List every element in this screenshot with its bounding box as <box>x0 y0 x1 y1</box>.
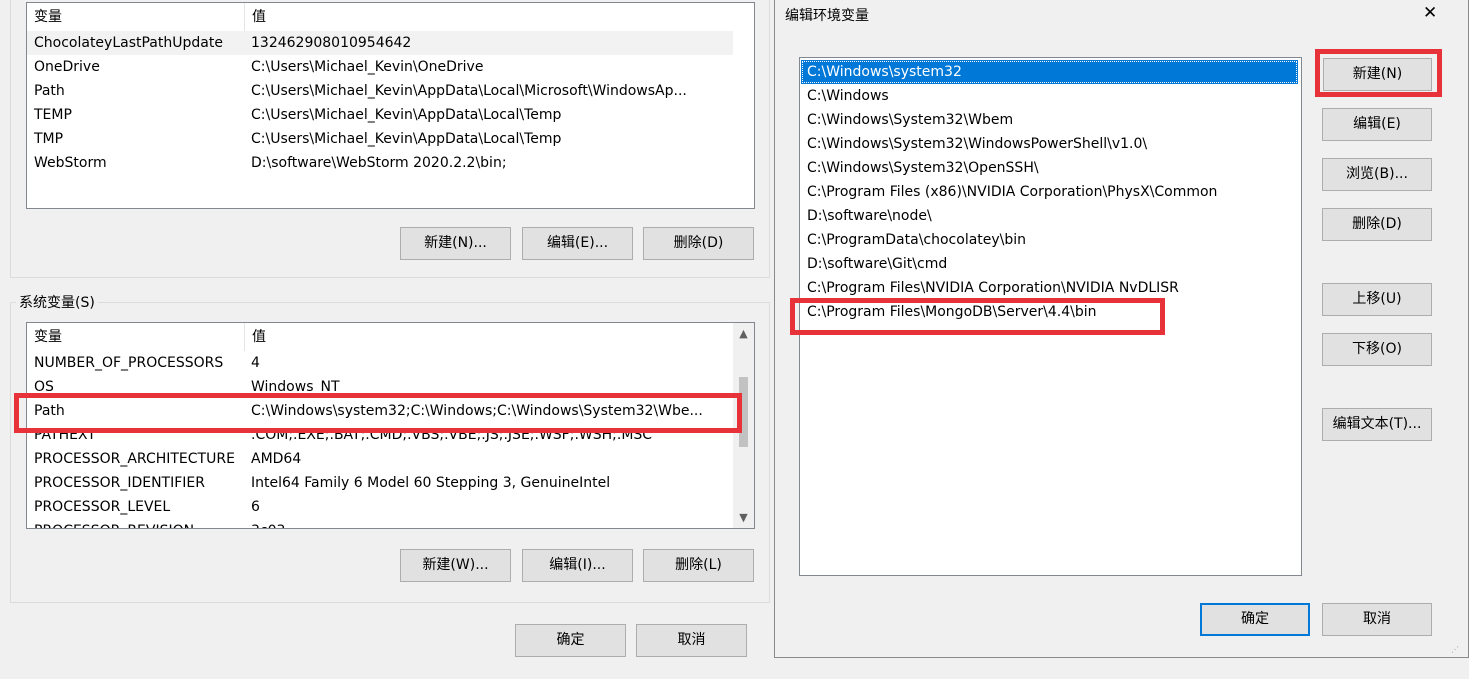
move-up-button[interactable]: 上移(U) <box>1322 283 1432 316</box>
header-variable[interactable]: 变量 <box>27 3 244 31</box>
variable-value: C:\Users\Michael_Kevin\AppData\Local\Tem… <box>251 107 562 123</box>
ok-button[interactable]: 确定 <box>515 624 626 657</box>
list-item[interactable]: C:\Program Files (x86)\NVIDIA Corporatio… <box>801 180 1298 204</box>
variable-value: C:\Windows\system32;C:\Windows;C:\Window… <box>251 403 703 419</box>
dialog-title: 编辑环境变量 <box>785 8 869 24</box>
variable-name: OS <box>34 379 54 395</box>
variable-name: PROCESSOR_REVISION <box>34 519 194 528</box>
list-item[interactable]: TEMP C:\Users\Michael_Kevin\AppData\Loca… <box>27 103 733 127</box>
variable-value: 3c03 <box>251 519 285 528</box>
list-item[interactable]: WebStorm D:\software\WebStorm 2020.2.2\b… <box>27 151 733 175</box>
variable-value: 6 <box>251 499 260 515</box>
variable-name: NUMBER_OF_PROCESSORS <box>34 355 224 371</box>
variable-value: .COM;.EXE;.BAT;.CMD;.VBS;.VBE;.JS;.JSE;.… <box>251 427 653 443</box>
variable-name: WebStorm <box>34 155 107 171</box>
close-icon[interactable]: ✕ <box>1423 3 1437 23</box>
variable-name: Path <box>34 403 65 419</box>
variable-name: Path <box>34 83 65 99</box>
variable-value: Windows_NT <box>251 379 340 395</box>
list-item[interactable]: D:\software\Git\cmd <box>801 252 1298 276</box>
header-variable[interactable]: 变量 <box>27 323 244 351</box>
list-item[interactable]: OS Windows_NT <box>27 375 733 399</box>
list-item[interactable]: D:\software\node\ <box>801 204 1298 228</box>
user-edit-button[interactable]: 编辑(E)... <box>522 227 633 260</box>
user-delete-button[interactable]: 删除(D) <box>643 227 754 260</box>
list-item[interactable]: C:\Windows\System32\OpenSSH\ <box>801 156 1298 180</box>
edit-environment-variable-dialog: 编辑环境变量 ✕ C:\Windows\system32 C:\Windows … <box>774 0 1469 658</box>
header-value[interactable]: 值 <box>245 323 266 351</box>
variable-value: Intel64 Family 6 Model 60 Stepping 3, Ge… <box>251 475 611 491</box>
variable-value: D:\software\WebStorm 2020.2.2\bin; <box>251 155 507 171</box>
list-item[interactable]: C:\Windows <box>801 84 1298 108</box>
system-variables-label: 系统变量(S) <box>16 292 98 312</box>
variable-value: 4 <box>251 355 260 371</box>
variable-name: PROCESSOR_ARCHITECTURE <box>34 451 235 467</box>
new-path-button[interactable]: 新建(N) <box>1323 58 1432 91</box>
ok-button[interactable]: 确定 <box>1200 603 1310 636</box>
list-item[interactable]: PROCESSOR_REVISION 3c03 <box>27 519 733 528</box>
path-list[interactable]: C:\Windows\system32 C:\Windows C:\Window… <box>799 57 1302 576</box>
list-item[interactable]: PATHEXT .COM;.EXE;.BAT;.CMD;.VBS;.VBE;.J… <box>27 423 733 447</box>
variable-name: PROCESSOR_LEVEL <box>34 499 171 515</box>
list-header: 变量 值 <box>27 323 754 351</box>
variable-value: C:\Users\Michael_Kevin\OneDrive <box>251 59 484 75</box>
list-item[interactable]: C:\Program Files\NVIDIA Corporation\NVID… <box>801 276 1298 300</box>
variable-value: C:\Users\Michael_Kevin\AppData\Local\Tem… <box>251 131 562 147</box>
variable-name: PROCESSOR_IDENTIFIER <box>34 475 205 491</box>
list-item[interactable]: C:\Windows\System32\WindowsPowerShell\v1… <box>801 132 1298 156</box>
variable-value: AMD64 <box>251 451 302 467</box>
user-new-button[interactable]: 新建(N)... <box>400 227 511 260</box>
system-list-scrollbar[interactable]: ▲ ▼ <box>733 323 754 528</box>
list-header: 变量 值 <box>27 3 754 31</box>
resize-grip-icon[interactable]: ⋰ <box>1451 645 1461 655</box>
variable-value: C:\Users\Michael_Kevin\AppData\Local\Mic… <box>251 83 687 99</box>
move-down-button[interactable]: 下移(O) <box>1322 333 1432 366</box>
delete-path-button[interactable]: 删除(D) <box>1322 208 1432 241</box>
cancel-button[interactable]: 取消 <box>1322 603 1432 636</box>
system-edit-button[interactable]: 编辑(I)... <box>522 549 633 582</box>
cancel-button[interactable]: 取消 <box>636 624 747 657</box>
user-variables-list[interactable]: 变量 值 ChocolateyLastPathUpdate 1324629080… <box>26 2 755 209</box>
variable-name: TMP <box>34 131 64 147</box>
list-item[interactable]: C:\Program Files\MongoDB\Server\4.4\bin <box>801 300 1298 324</box>
variable-name: PATHEXT <box>34 427 96 443</box>
list-item[interactable]: Path C:\Windows\system32;C:\Windows;C:\W… <box>27 399 733 423</box>
edit-text-button[interactable]: 编辑文本(T)... <box>1322 408 1432 441</box>
list-item[interactable]: ChocolateyLastPathUpdate 132462908010954… <box>27 31 733 55</box>
list-item[interactable]: C:\Windows\system32 <box>801 60 1298 84</box>
scroll-up-icon[interactable]: ▲ <box>735 325 752 342</box>
list-item[interactable]: TMP C:\Users\Michael_Kevin\AppData\Local… <box>27 127 733 151</box>
list-item[interactable]: C:\ProgramData\chocolatey\bin <box>801 228 1298 252</box>
environment-variables-dialog: 变量 值 ChocolateyLastPathUpdate 1324629080… <box>0 0 787 679</box>
header-value[interactable]: 值 <box>245 3 266 31</box>
list-item[interactable]: PROCESSOR_IDENTIFIER Intel64 Family 6 Mo… <box>27 471 733 495</box>
edit-path-button[interactable]: 编辑(E) <box>1322 108 1432 141</box>
list-item[interactable]: C:\Windows\System32\Wbem <box>801 108 1298 132</box>
scroll-down-icon[interactable]: ▼ <box>735 509 752 526</box>
variable-name: OneDrive <box>34 59 100 75</box>
system-variables-list[interactable]: 变量 值 NUMBER_OF_PROCESSORS 4 OS Windows_N… <box>26 322 755 529</box>
list-item[interactable]: PROCESSOR_LEVEL 6 <box>27 495 733 519</box>
list-item[interactable]: OneDrive C:\Users\Michael_Kevin\OneDrive <box>27 55 733 79</box>
system-delete-button[interactable]: 删除(L) <box>643 549 754 582</box>
list-item[interactable]: Path C:\Users\Michael_Kevin\AppData\Loca… <box>27 79 733 103</box>
variable-name: ChocolateyLastPathUpdate <box>34 35 223 51</box>
list-item[interactable]: PROCESSOR_ARCHITECTURE AMD64 <box>27 447 733 471</box>
variable-value: 132462908010954642 <box>251 35 412 51</box>
browse-button[interactable]: 浏览(B)... <box>1322 158 1432 191</box>
list-item[interactable]: NUMBER_OF_PROCESSORS 4 <box>27 351 733 375</box>
scroll-thumb[interactable] <box>739 377 748 447</box>
variable-name: TEMP <box>34 107 72 123</box>
system-new-button[interactable]: 新建(W)... <box>400 549 511 582</box>
